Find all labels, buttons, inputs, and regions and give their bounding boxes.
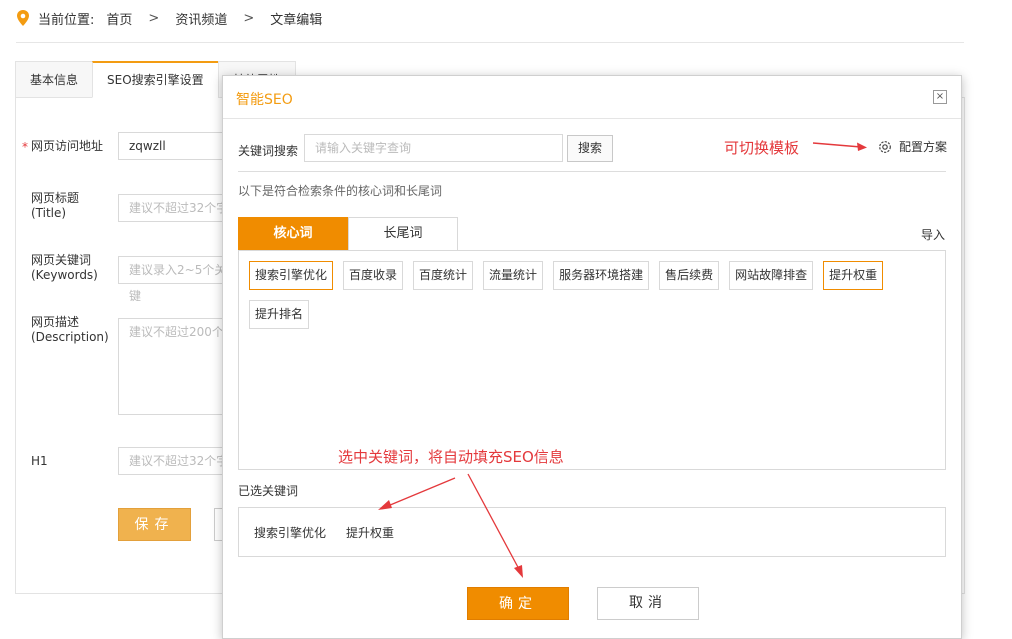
header-divider bbox=[16, 42, 964, 43]
keyword-chip[interactable]: 提升权重 bbox=[823, 261, 884, 290]
selected-keywords-label: 已选关键词 bbox=[238, 484, 299, 498]
config-scheme-link[interactable]: 配置方案 bbox=[877, 138, 947, 155]
search-hint: 以下是符合检索条件的核心词和长尾词 bbox=[238, 184, 443, 198]
title-label: 网页标题 (Title) bbox=[31, 191, 80, 220]
required-mark: * bbox=[22, 140, 28, 154]
keyword-type-tabs: 核心词 长尾词 bbox=[238, 217, 458, 251]
close-icon[interactable]: × bbox=[933, 90, 947, 104]
annotation-arrow-icon bbox=[812, 142, 867, 151]
keyword-chip[interactable]: 提升排名 bbox=[249, 300, 310, 329]
keyword-chip[interactable]: 网站故障排查 bbox=[729, 261, 814, 290]
breadcrumb-current: 文章编辑 bbox=[270, 12, 323, 28]
dialog-header: 智能SEO × bbox=[223, 76, 961, 119]
breadcrumb-home[interactable]: 首页 bbox=[106, 9, 132, 28]
auto-fill-annotation: 选中关键词，将自动填充SEO信息 bbox=[338, 448, 564, 466]
keyword-search-label: 关键词搜索 bbox=[238, 144, 299, 158]
dialog-title: 智能SEO bbox=[236, 92, 293, 108]
breadcrumb-news-channel[interactable]: 资讯频道 bbox=[175, 9, 227, 28]
url-label: * 网页访问地址 bbox=[22, 139, 104, 154]
tab-basic-info[interactable]: 基本信息 bbox=[15, 61, 93, 98]
config-scheme-label: 配置方案 bbox=[899, 140, 948, 154]
search-button[interactable]: 搜索 bbox=[567, 135, 613, 162]
keyword-chip[interactable]: 流量统计 bbox=[483, 261, 544, 290]
breadcrumb-separator: > bbox=[243, 10, 255, 26]
smart-seo-dialog: 智能SEO × 关键词搜索 请输入关键字查询 搜索 可切换模板 配置方案 以下是… bbox=[222, 75, 962, 639]
location-pin-icon bbox=[17, 10, 29, 26]
keywords-label: 网页关键词 (Keywords) bbox=[31, 253, 98, 282]
keyword-list: 搜索引擎优化 百度收录 百度统计 流量统计 服务器环境搭建 售后续费 网站故障排查 提升权重提… bbox=[238, 250, 946, 470]
selected-keyword[interactable]: 搜索引擎优化 bbox=[254, 524, 326, 541]
tab-long-tail-words[interactable]: 长尾词 bbox=[348, 217, 458, 251]
breadcrumb: 当前位置: 首页 > 资讯频道 > 文章编辑 bbox=[16, 8, 322, 28]
selected-keyword[interactable]: 提升权重 bbox=[346, 524, 394, 541]
breadcrumb-separator: > bbox=[148, 10, 160, 26]
keyword-chip[interactable]: 百度收录 bbox=[343, 261, 404, 290]
keyword-chip[interactable]: 百度统计 bbox=[413, 261, 474, 290]
arrow-to-selected-icon bbox=[382, 477, 456, 509]
ok-button[interactable]: 确定 bbox=[467, 587, 569, 620]
description-label: 网页描述 (Description) bbox=[31, 315, 109, 344]
save-button[interactable]: 保存 bbox=[118, 508, 191, 541]
breadcrumb-prefix: 当前位置: bbox=[38, 12, 95, 28]
divider bbox=[238, 171, 946, 172]
switch-template-annotation: 可切换模板 bbox=[724, 139, 800, 157]
cancel-button[interactable]: 取消 bbox=[597, 587, 699, 620]
keyword-chip[interactable]: 服务器环境搭建 bbox=[553, 261, 650, 290]
h1-label: H1 bbox=[31, 454, 48, 468]
keyword-search-input[interactable]: 请输入关键字查询 bbox=[304, 134, 563, 162]
keyword-chip[interactable]: 售后续费 bbox=[659, 261, 720, 290]
keyword-chip[interactable]: 搜索引擎优化 bbox=[249, 261, 334, 290]
gear-icon bbox=[879, 140, 891, 153]
import-link[interactable]: 导入 bbox=[921, 226, 945, 243]
tab-seo-settings[interactable]: SEO搜索引擎设置 bbox=[92, 61, 218, 98]
selected-keywords-box: 搜索引擎优化 提升权重 bbox=[238, 507, 946, 557]
tab-core-words[interactable]: 核心词 bbox=[238, 217, 348, 251]
